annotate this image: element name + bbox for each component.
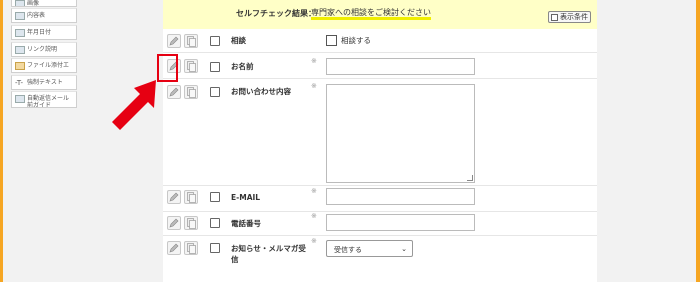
right-margin [597,0,696,282]
form-row-inquiry: お問い合わせ内容 ※ [163,80,597,186]
form-row-newsletter: お知らせ・メルマガ受信 ※ 受信する ⌄ [163,237,597,282]
edit-button[interactable] [167,216,181,230]
palette-item-image[interactable]: 画像 [11,0,77,7]
row-select-checkbox[interactable] [210,218,220,228]
palette-item-content[interactable]: 内容表 [11,8,77,23]
edit-button[interactable] [167,241,181,255]
pencil-icon [169,192,179,202]
field-label: 電話番号 [231,219,261,228]
pencil-icon [169,218,179,228]
self-check-banner: セルフチェック結果： 専門家への相談をご検討ください 表示条件 [163,0,597,29]
consult-checkbox-option[interactable]: 相談する [326,35,371,46]
display-condition-button[interactable]: 表示条件 [548,11,591,23]
required-mark: ※ [311,237,317,245]
pointer-arrow-icon [112,80,156,130]
required-mark: ※ [311,57,317,65]
row-select-checkbox[interactable] [210,192,220,202]
phone-input[interactable] [326,214,475,231]
copy-icon [187,192,196,203]
palette-item-label: 年月日付 [27,29,52,36]
resize-grip-icon[interactable] [467,175,473,181]
copy-icon [187,61,196,72]
chevron-down-icon: ⌄ [401,245,407,253]
copy-icon [187,87,196,98]
palette-item-label: リンク説明 [27,46,58,53]
required-mark: ※ [311,212,317,220]
palette-item-label: 自動返信メール前ガイド [27,95,70,108]
link-icon [15,46,25,54]
consult-checkbox[interactable] [326,35,337,46]
copy-button[interactable] [184,34,198,48]
palette-item-label: 画像 [27,0,40,7]
edit-button[interactable] [167,34,181,48]
pencil-icon [169,87,179,97]
mail-icon [15,95,25,103]
form-row-email: E-MAIL ※ [163,187,597,212]
list-icon [15,12,25,20]
text-icon: -T- [15,79,24,87]
row-select-checkbox[interactable] [210,62,220,72]
pencil-icon [169,243,179,253]
banner-text: 専門家への相談をご検討ください [311,8,431,20]
condition-icon [551,13,558,21]
copy-button[interactable] [184,59,198,73]
copy-icon [187,243,196,254]
display-condition-label: 表示条件 [560,13,588,21]
field-label: お問い合わせ内容 [231,87,291,96]
folder-icon [15,62,25,70]
palette-item-label: 強制テキスト [27,79,63,86]
pencil-icon [169,36,179,46]
image-icon [15,0,25,6]
copy-button[interactable] [184,216,198,230]
palette-item-mail[interactable]: 自動返信メール前ガイド [11,91,77,108]
copy-button[interactable] [184,241,198,255]
row-select-checkbox[interactable] [210,87,220,97]
form-row-phone: 電話番号 ※ [163,212,597,236]
edit-button[interactable] [167,85,181,99]
palette-item-link[interactable]: リンク説明 [11,42,77,57]
form-row-consult: 相談 相談する [163,29,597,53]
palette-item-file[interactable]: ファイル添付エ [11,58,77,73]
highlight-box [157,54,178,82]
form-row-name: お名前 ※ [163,54,597,79]
copy-button[interactable] [184,85,198,99]
field-label: 相談 [231,36,246,45]
inquiry-textarea[interactable] [326,84,475,183]
newsletter-select[interactable]: 受信する ⌄ [326,240,413,257]
copy-icon [187,218,196,229]
copy-icon [187,36,196,47]
newsletter-select-value: 受信する [334,246,362,254]
palette-item-label: ファイル添付エ [27,62,70,69]
banner-label: セルフチェック結果： [236,9,316,18]
field-label: お名前 [231,62,254,71]
row-select-checkbox[interactable] [210,36,220,46]
email-input[interactable] [326,188,475,205]
form-editor: セルフチェック結果： 専門家への相談をご検討ください 表示条件 相談 相談する … [163,0,597,282]
field-label: お知らせ・メルマガ受信 [231,244,306,264]
consult-checkbox-label: 相談する [341,36,371,45]
edit-button[interactable] [167,190,181,204]
calendar-icon [15,29,25,37]
row-select-checkbox[interactable] [210,243,220,253]
palette-item-date[interactable]: 年月日付 [11,25,77,40]
copy-button[interactable] [184,190,198,204]
required-mark: ※ [311,187,317,195]
palette-item-text[interactable]: -T- 強制テキスト [11,75,77,90]
required-mark: ※ [311,82,317,90]
field-label: E-MAIL [231,193,261,202]
palette-item-label: 内容表 [27,12,46,19]
name-input[interactable] [326,58,475,75]
